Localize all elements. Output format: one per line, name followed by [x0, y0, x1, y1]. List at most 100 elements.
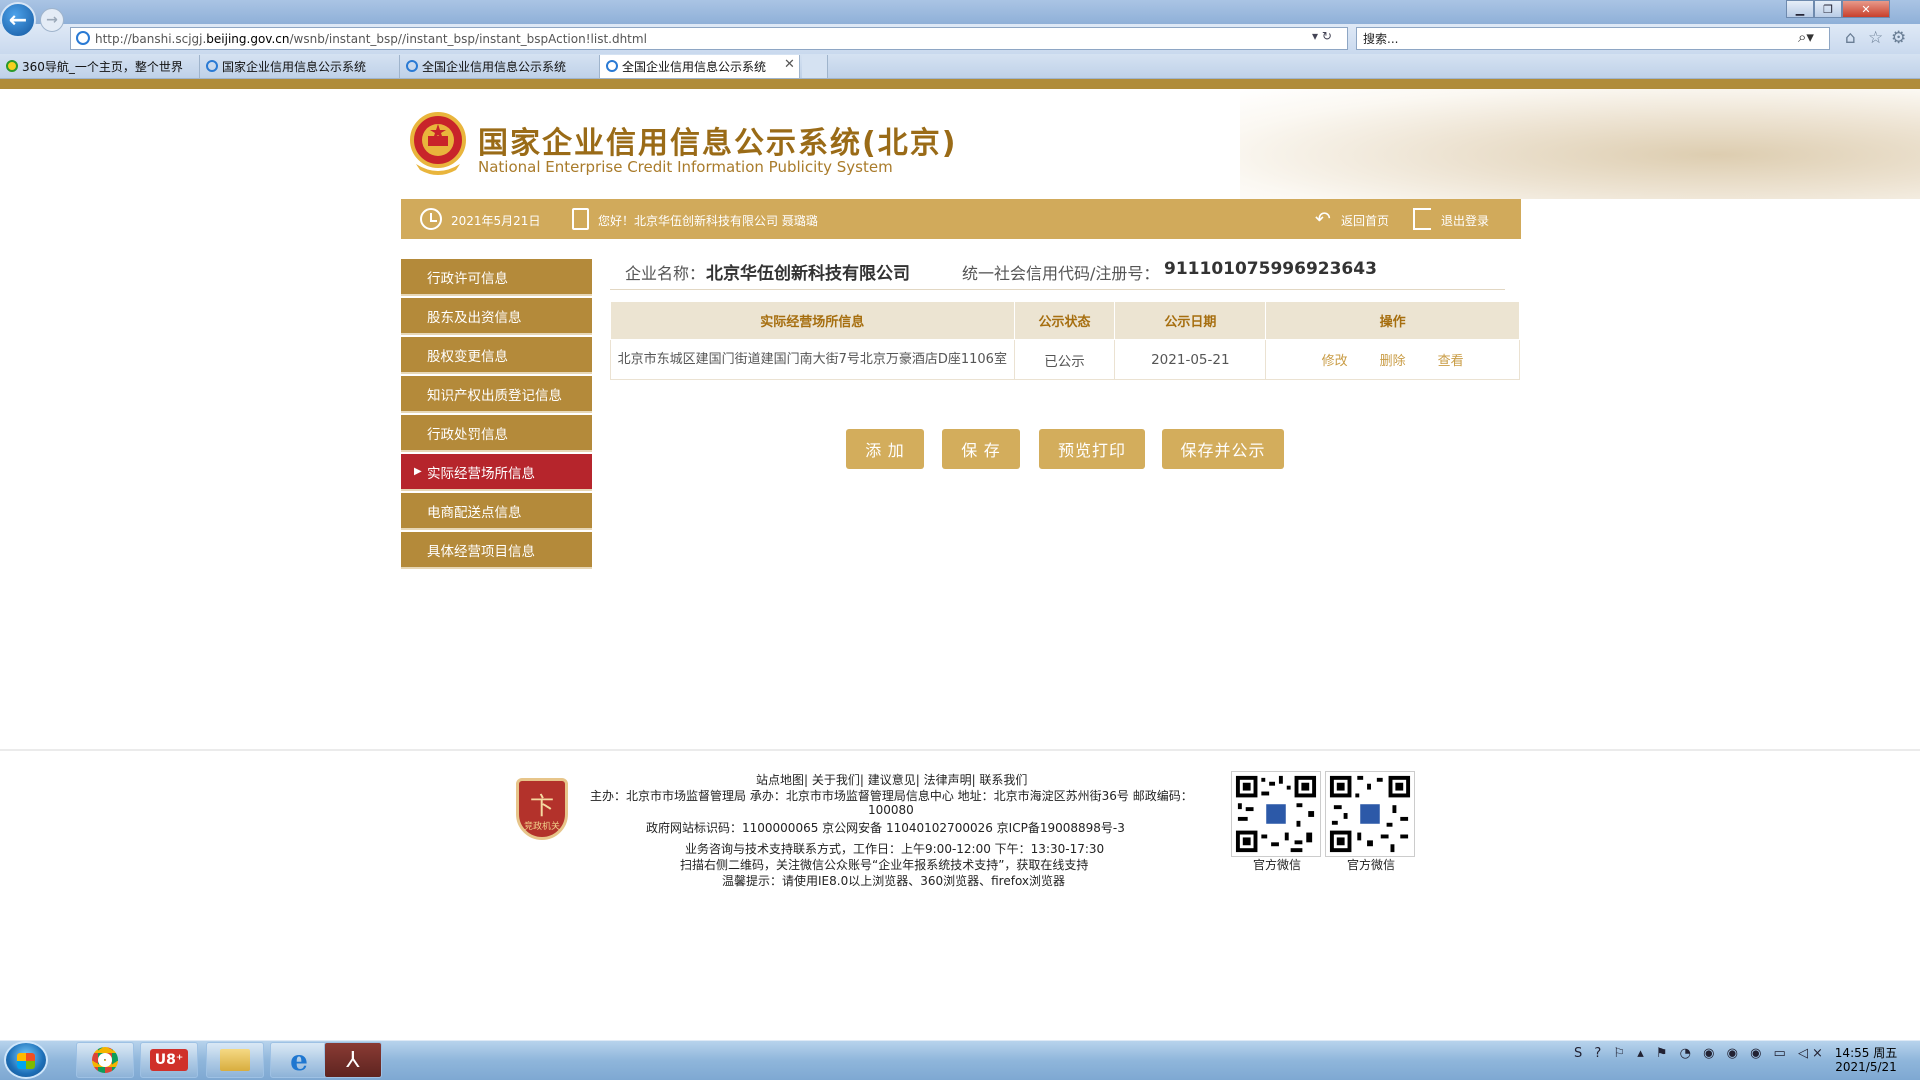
premises-table: 实际经营场所信息 公示状态 公示日期 操作 北京市东城区建国门街道建国门南大街7… [610, 301, 1520, 380]
ie-page-icon [76, 31, 90, 45]
favorites-star-icon[interactable]: ☆ [1868, 28, 1883, 48]
start-button[interactable] [4, 1041, 48, 1079]
sidebar-item-ip-pledge[interactable]: 知识产权出质登记信息 [401, 376, 592, 413]
footer-registration-ids: 政府网站标识码：1100000065 京公网安备 11040102700026 … [646, 821, 1125, 835]
user-icon [572, 208, 589, 230]
taskbar-clock-time[interactable]: 14:55 周五 [1826, 1044, 1906, 1061]
footer-host-info: 主办：北京市市场监督管理局 承办：北京市市场监督管理局信息中心 地址：北京市海淀… [590, 789, 1193, 803]
column-header-address: 实际经营场所信息 [610, 301, 1015, 340]
url-suffix: /wsnb/instant_bsp//instant_bsp/instant_b… [289, 31, 647, 46]
preview-print-button[interactable]: 预览打印 [1039, 429, 1145, 469]
tab-label: 全国企业信用信息公示系统 [622, 60, 767, 74]
delete-link[interactable]: 删除 [1380, 354, 1406, 369]
column-header-status: 公示状态 [1013, 301, 1116, 340]
header-background-art [1240, 89, 1920, 199]
sidebar-item-label: 实际经营场所信息 [427, 465, 535, 482]
site-subtitle: National Enterprise Credit Information P… [478, 158, 893, 176]
view-link[interactable]: 查看 [1438, 354, 1464, 369]
edit-link[interactable]: 修改 [1322, 354, 1348, 369]
save-button[interactable]: 保 存 [942, 429, 1020, 469]
back-button[interactable]: ← [0, 2, 36, 38]
ie-page-icon [406, 60, 418, 72]
home-icon[interactable]: ⌂ [1845, 28, 1856, 48]
footer-browser-tip: 温馨提示：请使用IE8.0以上浏览器、360浏览器、firefox浏览器 [722, 874, 1066, 888]
sidebar-item-equity-change[interactable]: 股权变更信息 [401, 337, 592, 374]
credit-code: 911101075996923643 [1164, 259, 1377, 279]
sidebar-item-label: 具体经营项目信息 [427, 543, 535, 560]
system-tray-icons[interactable]: S ? ⚐ ▴ ⚑ ◔ ◉ ◉ ◉ ▭ ◁× [1574, 1046, 1827, 1061]
browser-tab-3[interactable]: 全国企业信用信息公示系统 [400, 55, 600, 78]
logout-link[interactable]: 退出登录 [1441, 212, 1489, 229]
sidebar-item-label: 知识产权出质登记信息 [427, 387, 562, 404]
company-name-label: 企业名称： [625, 264, 706, 283]
footer-support-hours: 业务咨询与技术支持联系方式，工作日：上午9:00-12:00 下午：13:30-… [685, 842, 1105, 856]
browser-tab-active[interactable]: 全国企业信用信息公示系统 [600, 55, 800, 78]
sidebar-item-ecommerce-delivery[interactable]: 电商配送点信息 [401, 493, 592, 530]
u8-icon: U8⁺ [149, 1049, 189, 1071]
forward-button[interactable]: → [40, 8, 64, 32]
return-home-link[interactable]: 返回首页 [1341, 212, 1389, 229]
footer-wechat-note: 扫描右侧二维码，关注微信公众账号“企业年报系统技术支持”，获取在线支持 [680, 858, 1089, 872]
qr-caption: 官方微信 [1253, 858, 1302, 872]
taskbar-u8-icon[interactable]: U8⁺ [140, 1042, 198, 1078]
browser-tab-2[interactable]: 国家企业信用信息公示系统 [200, 55, 400, 78]
top-accent-line [0, 79, 1920, 89]
sidebar-item-admin-license[interactable]: 行政许可信息 [401, 259, 592, 296]
table-header-row: 实际经营场所信息 公示状态 公示日期 操作 [610, 301, 1520, 340]
company-name: 北京华伍创新科技有限公司 [706, 264, 910, 284]
refresh-icon[interactable]: ▾ ↻ [1312, 29, 1332, 43]
current-date: 2021年5月21日 [451, 214, 541, 228]
footer-divider [0, 749, 1920, 751]
footer-links[interactable]: 站点地图| 关于我们| 建议意见| 法律声明| 联系我们 [756, 771, 1027, 788]
sidebar-item-shareholders[interactable]: 股东及出资信息 [401, 298, 592, 335]
caret-right-icon: ▶ [414, 466, 422, 477]
row-operations: 修改 删除 查看 [1265, 339, 1520, 380]
sidebar-item-label: 股权变更信息 [427, 348, 508, 365]
close-window-button[interactable]: ✕ [1842, 0, 1890, 18]
sidebar-item-business-premises[interactable]: ▶ 实际经营场所信息 [401, 454, 592, 491]
taskbar-pdf-icon[interactable]: ⅄ [324, 1042, 382, 1078]
badge-text: 竞政机关 [523, 822, 560, 832]
save-and-publish-button[interactable]: 保存并公示 [1162, 429, 1284, 469]
national-emblem-icon [410, 112, 466, 175]
table-row: 北京市东城区建国门街道建国门南大街7号北京万豪酒店D座1106室 已公示 202… [610, 339, 1520, 380]
sidebar-item-business-items[interactable]: 具体经营项目信息 [401, 532, 592, 569]
ie-page-icon [206, 60, 218, 72]
chrome-icon [92, 1047, 118, 1073]
return-home-icon[interactable]: ↶ [1315, 208, 1331, 230]
premises-address: 北京市东城区建国门街道建国门南大街7号北京万豪酒店D座1106室 [610, 339, 1015, 380]
ie-page-icon [606, 60, 618, 72]
sidebar-item-label: 电商配送点信息 [427, 504, 522, 521]
publish-status: 已公示 [1013, 339, 1116, 380]
tab-close-icon[interactable]: ✕ [784, 57, 795, 72]
url-prefix: http://banshi.scjgj. [95, 31, 207, 46]
qr-caption: 官方微信 [1347, 858, 1396, 872]
search-input[interactable]: 搜索... [1356, 27, 1830, 50]
credit-code-label: 统一社会信用代码/注册号： [962, 264, 1160, 283]
pdf-icon: ⅄ [346, 1047, 360, 1073]
minimize-button[interactable]: ▁ [1786, 0, 1814, 18]
taskbar-ie-icon[interactable]: e [270, 1042, 328, 1078]
logout-icon[interactable] [1413, 208, 1431, 230]
address-bar[interactable]: http://banshi.scjgj. beijing.gov.cn/wsnb/… [70, 27, 1348, 50]
government-badge[interactable]: 卞竞政机关 [516, 778, 568, 840]
wechat-qr-code [1325, 771, 1415, 857]
gear-icon[interactable]: ⚙ [1891, 28, 1906, 48]
ie-icon: e [290, 1043, 308, 1077]
badge-symbol: 卞 [530, 792, 554, 820]
column-header-date: 公示日期 [1114, 301, 1267, 340]
new-tab-button[interactable] [802, 55, 828, 78]
taskbar-chrome-icon[interactable] [76, 1042, 134, 1078]
search-icon[interactable]: ⌕▾ [1798, 28, 1814, 46]
clock-icon [420, 208, 442, 230]
publish-date: 2021-05-21 [1114, 339, 1267, 380]
taskbar-explorer-icon[interactable] [206, 1042, 264, 1078]
sidebar-item-label: 行政许可信息 [427, 270, 508, 287]
add-button[interactable]: 添 加 [846, 429, 924, 469]
maximize-button[interactable]: ❐ [1814, 0, 1842, 18]
360-icon [6, 60, 18, 72]
taskbar-clock-date[interactable]: 2021/5/21 [1826, 1060, 1906, 1074]
sidebar-item-label: 股东及出资信息 [427, 309, 522, 326]
sidebar-item-admin-penalty[interactable]: 行政处罚信息 [401, 415, 592, 452]
browser-tab-360-nav[interactable]: 360导航_一个主页，整个世界 [0, 55, 200, 78]
